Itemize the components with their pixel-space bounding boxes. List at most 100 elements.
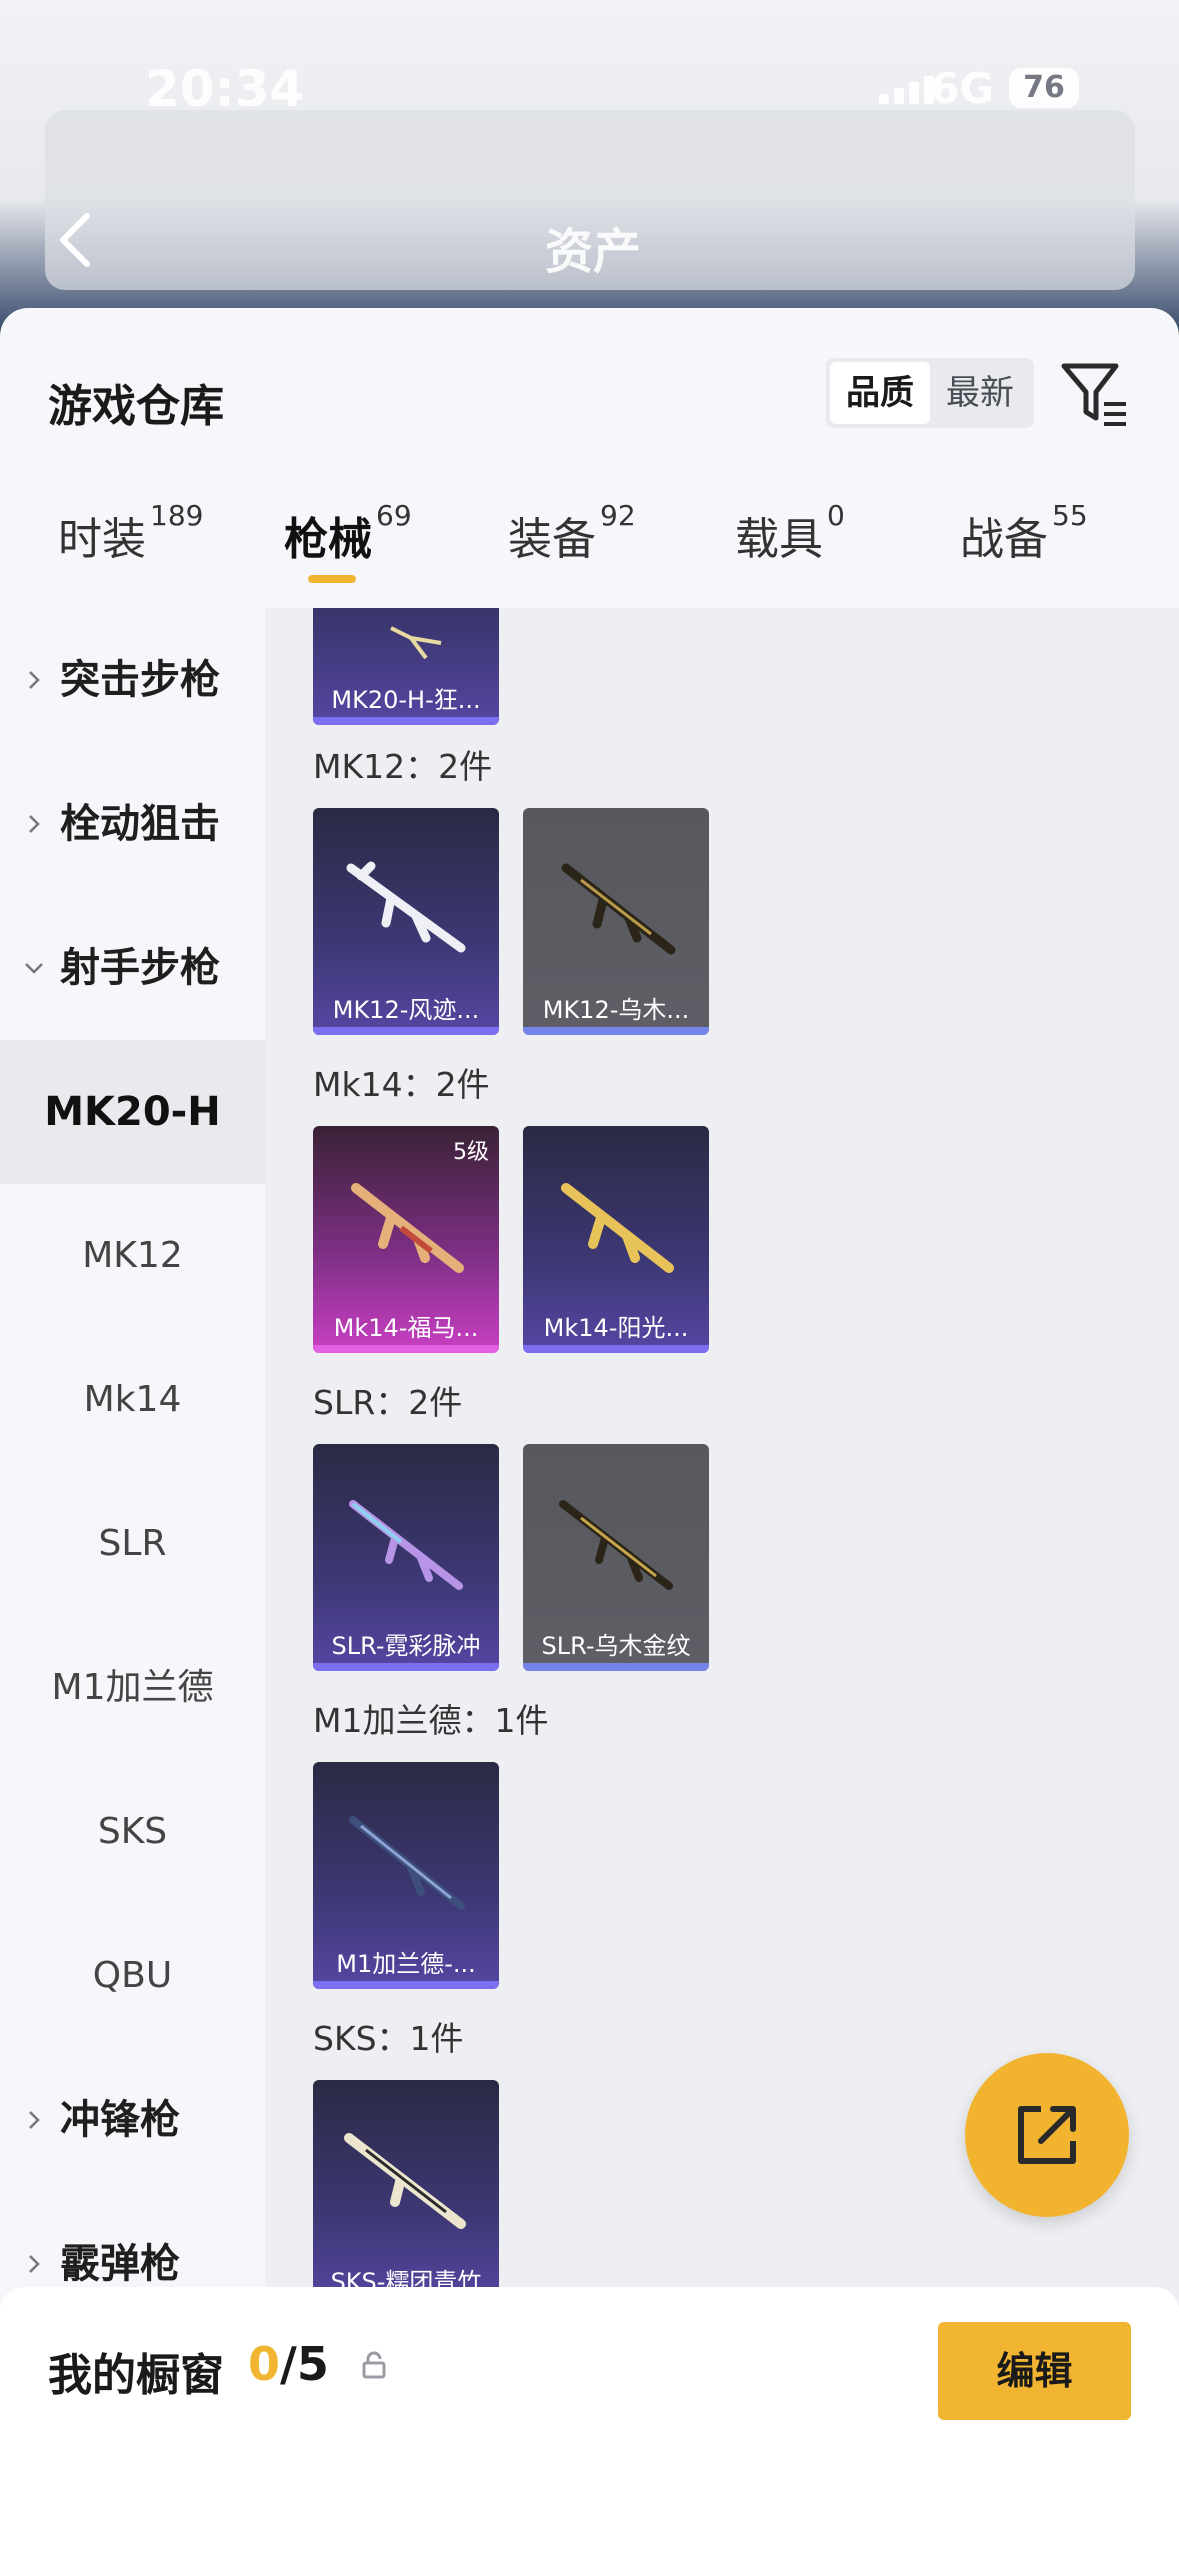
weapon-card[interactable]: 5级 Mk14-福马... <box>313 1126 499 1353</box>
rarity-bar <box>313 717 499 725</box>
sidebar-item-label: 突击步枪 <box>60 657 220 703</box>
weapon-name: Mk14-阳光... <box>543 1314 689 1342</box>
edit-button[interactable]: 编辑 <box>938 2322 1131 2420</box>
weapon-grid: MK20-H-狂... MK12：2件 MK12-风迹... MK12-乌木..… <box>265 608 1179 2556</box>
battery-icon: 76 <box>1009 68 1079 108</box>
weapon-card[interactable]: M1加兰德-... <box>313 1762 499 1989</box>
tab-count: 69 <box>376 499 412 532</box>
sidebar-item-label: 冲锋枪 <box>60 2097 180 2143</box>
filter-icon[interactable] <box>1060 360 1130 428</box>
network-type: 6G <box>930 64 994 113</box>
weapon-image <box>351 1183 464 1273</box>
tab-count: 92 <box>600 499 636 532</box>
weapon-card[interactable]: SLR-霓彩脉冲 <box>313 1444 499 1671</box>
weapon-image <box>349 1500 463 1590</box>
sidebar-item-label: SLR <box>98 1523 167 1564</box>
tab-count: 55 <box>1052 499 1088 532</box>
tab-label: 枪械 <box>284 514 372 565</box>
sidebar-item-assault-rifle[interactable]: 突击步枪 <box>0 608 265 752</box>
sidebar-item-marksman-rifle[interactable]: 射手步枪 <box>0 896 265 1040</box>
sidebar-item-label: MK20-H <box>44 1089 221 1135</box>
weapon-name: SLR-乌木金纹 <box>541 1632 691 1660</box>
group-label-sks: SKS：1件 <box>313 2019 464 2058</box>
tab-fashion[interactable]: 时装 189 <box>58 499 203 603</box>
sidebar-item-mk12[interactable]: MK12 <box>0 1184 265 1328</box>
group-label-mk14: Mk14：2件 <box>313 1065 490 1104</box>
sidebar-item-label: MK12 <box>82 1235 183 1276</box>
weapon-image <box>561 1183 674 1273</box>
chevron-right-icon <box>29 815 40 833</box>
chevron-down-icon <box>25 963 43 974</box>
rarity-bar <box>313 1345 499 1353</box>
tab-count: 189 <box>150 499 204 532</box>
tab-supplies[interactable]: 战备 55 <box>960 499 1088 603</box>
tab-vehicles[interactable]: 载具 0 <box>735 499 845 603</box>
chevron-right-icon <box>29 671 40 689</box>
sidebar-item-label: QBU <box>92 1955 173 1996</box>
weapon-card[interactable]: MK20-H-狂... <box>313 608 499 725</box>
sidebar-item-mk20h[interactable]: MK20-H <box>0 1040 265 1184</box>
share-icon <box>1018 2106 1076 2164</box>
weapon-card[interactable]: SLR-乌木金纹 <box>523 1444 709 1671</box>
category-tabs: 时装 189 枪械 69 装备 92 载具 0 战备 55 <box>0 499 1179 603</box>
tab-label: 装备 <box>508 514 596 565</box>
weapon-image <box>349 1816 465 1910</box>
sidebar-item-label: M1加兰德 <box>51 1667 214 1708</box>
tab-count: 0 <box>827 499 845 532</box>
chevron-right-icon <box>29 2111 40 2129</box>
group-label-m1-garand: M1加兰德：1件 <box>313 1701 549 1740</box>
weapon-card[interactable]: Mk14-阳光... <box>523 1126 709 1353</box>
weapon-name: M1加兰德-... <box>336 1950 476 1978</box>
sidebar-item-label: 射手步枪 <box>60 945 220 991</box>
sidebar-item-sks[interactable]: SKS <box>0 1760 265 1904</box>
weapon-card[interactable]: MK12-乌木... <box>523 808 709 1035</box>
sidebar-item-smg[interactable]: 冲锋枪 <box>0 2048 265 2192</box>
weapon-image <box>559 1500 673 1590</box>
sort-toggle: 品质 最新 <box>826 358 1034 428</box>
chevron-right-icon <box>29 2255 40 2273</box>
rarity-bar <box>313 1981 499 1989</box>
weapon-name: MK12-乌木... <box>542 996 690 1024</box>
sidebar-item-bolt-sniper[interactable]: 栓动狙击 <box>0 752 265 896</box>
weapon-name: MK20-H-狂... <box>331 686 481 714</box>
status-bar: 20:34 6G 76 <box>0 48 1179 128</box>
group-label-mk12: MK12：2件 <box>313 747 493 786</box>
active-tab-indicator <box>308 575 356 583</box>
tab-guns[interactable]: 枪械 69 <box>284 499 412 603</box>
tab-equipment[interactable]: 装备 92 <box>508 499 636 603</box>
weapon-name: MK12-风迹... <box>332 996 480 1024</box>
group-label-slr: SLR：2件 <box>313 1383 463 1422</box>
weapon-image <box>346 861 466 953</box>
showcase-total: /5 <box>280 2337 329 2391</box>
warehouse-title: 游戏仓库 <box>48 381 224 432</box>
sort-quality-button[interactable]: 品质 <box>830 362 930 424</box>
tab-label: 载具 <box>735 514 823 565</box>
rarity-bar <box>523 1027 709 1035</box>
showcase-bar: 我的橱窗 0/5 编辑 <box>0 2287 1179 2556</box>
weapon-image <box>344 2133 466 2229</box>
sidebar-item-qbu[interactable]: QBU <box>0 1904 265 2048</box>
share-button[interactable] <box>965 2053 1129 2217</box>
sidebar-item-label: Mk14 <box>83 1379 182 1420</box>
showcase-label: 我的橱窗 <box>48 2350 224 2401</box>
weapon-type-sidebar: 突击步枪 栓动狙击 射手步枪 MK20-H MK12 Mk14 SLR M1加兰… <box>0 608 265 2556</box>
weapon-card[interactable]: MK12-风迹... <box>313 808 499 1035</box>
sidebar-item-slr[interactable]: SLR <box>0 1472 265 1616</box>
weapon-name: SLR-霓彩脉冲 <box>331 1632 481 1660</box>
sort-latest-button[interactable]: 最新 <box>930 362 1030 424</box>
sidebar-item-m1-garand[interactable]: M1加兰德 <box>0 1616 265 1760</box>
page-title: 资产 <box>545 224 642 280</box>
tab-label: 时装 <box>58 514 146 565</box>
back-icon[interactable] <box>55 210 95 270</box>
weapon-name: Mk14-福马... <box>333 1314 479 1342</box>
tab-label: 战备 <box>960 514 1048 565</box>
showcase-count: 0/5 <box>248 2337 329 2391</box>
showcase-current: 0 <box>248 2337 281 2391</box>
sidebar-item-label: 栓动狙击 <box>60 801 220 847</box>
rarity-bar <box>313 1663 499 1671</box>
status-time: 20:34 <box>145 60 305 118</box>
weapon-card[interactable]: SKS-糯团青竹 <box>313 2080 499 2307</box>
weapon-image <box>561 863 676 955</box>
weapon-image <box>390 626 442 660</box>
sidebar-item-mk14[interactable]: Mk14 <box>0 1328 265 1472</box>
